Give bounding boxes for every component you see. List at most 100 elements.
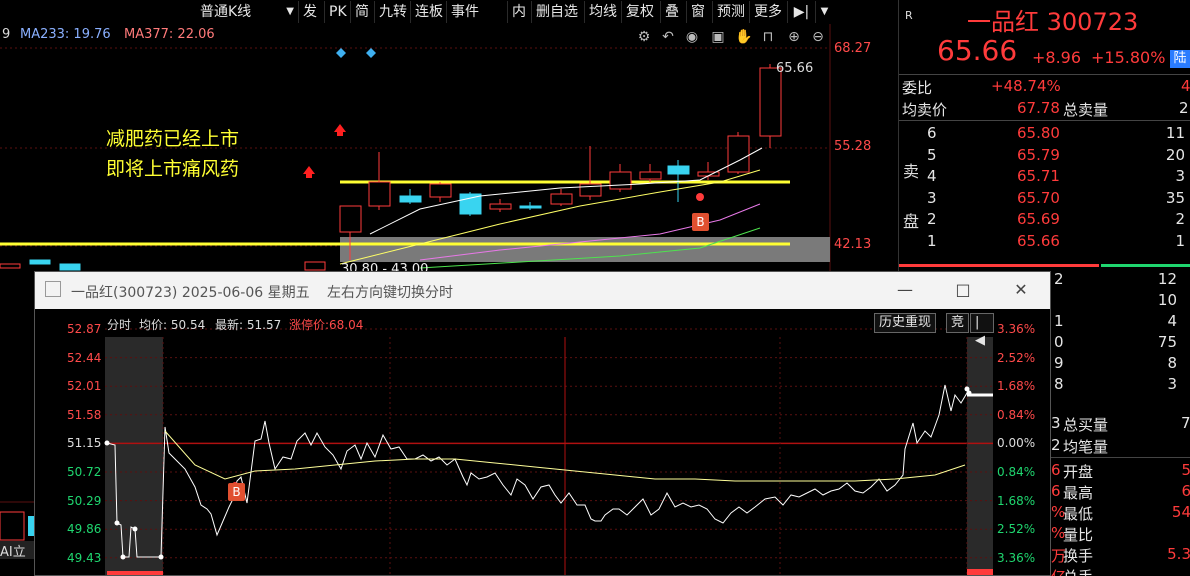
toolbar-item-6[interactable]: 内 [507,1,531,23]
maximize-button[interactable]: □ [949,278,977,302]
candle [609,171,632,190]
y-right-label: 0.00% [997,436,1036,451]
hdr-limit: 涨停价:68.04 [289,318,364,332]
back-icon[interactable]: ↶ [660,29,676,45]
up-arrow-icon [334,124,346,136]
toolbar-item-10[interactable]: 叠 [660,1,686,23]
eye-icon[interactable]: ◉ [684,29,700,45]
totalsell-label: 总卖量 [1063,101,1109,119]
candle [339,205,362,233]
candle [639,171,662,180]
toolbar-item-8[interactable]: 均线 [584,1,621,23]
minimize-button[interactable]: — [891,278,919,302]
signal-dot [696,193,704,201]
buy-marker[interactable]: B [692,213,709,231]
intraday-canvas [104,328,993,575]
price-change-pct: +15.80% [1091,48,1166,67]
toolbar-item-9[interactable]: 复权 [621,1,660,23]
popup-titlebar[interactable]: 一品红(300723) 2025-06-06 星期五 左右方向键切换分时 — □… [35,272,1050,309]
toolbar-menu-button[interactable]: ▼ [815,1,833,23]
tick-dot [114,520,120,526]
annotation-line-2: 即将上市痛风药 [106,158,240,180]
y-left-label: 51.15 [67,436,102,451]
y-left-label: 52.44 [67,350,102,365]
history-replay-button[interactable]: 历史重现 [874,313,937,333]
auction-shade [967,337,993,575]
app-logo-icon [45,281,61,297]
candle [550,193,573,205]
y-right-label: 3.36% [997,550,1036,565]
y-right-label: 0.84% [997,407,1036,422]
y-right-label: 0.84% [997,465,1036,479]
candle [0,263,21,269]
legend-ma233: MA233: 19.76 [20,27,111,42]
toolbar-item-2[interactable]: 简 [350,1,374,23]
volume-bar [967,569,993,575]
ask-volume: 20 [1165,145,1185,164]
weibi-right: 4 [1181,77,1190,95]
candle [489,203,512,210]
stat-label: 总手 [1063,566,1190,576]
totalbuy-label: 总买量 [1063,416,1109,434]
stock-connect-badge[interactable]: 陆 [1170,50,1190,68]
y-left-label: 52.01 [67,379,102,394]
toolbar-item-3[interactable]: 九转 [374,1,410,23]
stock-code: 300723 [1046,8,1139,36]
ask-volume: 11 [1165,124,1185,142]
y-right-label: 3.36% [997,322,1036,336]
y-right-label: 2.52% [997,350,1036,365]
ai-button[interactable]: AI立 [0,541,34,560]
toolbar-item-1[interactable]: PK [324,1,350,23]
candle [304,261,326,271]
toolbar-item-12[interactable]: 预测 [712,1,749,23]
stat-label: 量比 [1063,526,1094,544]
intraday-popup[interactable]: 一品红(300723) 2025-06-06 星期五 左右方向键切换分时 — □… [34,271,1051,576]
y-left-label: 50.72 [67,465,102,479]
back-arrow-button[interactable]: |◀ [970,313,994,348]
y-right-label: 1.68% [997,379,1036,394]
zoom-out-icon[interactable]: ⊖ [810,29,826,45]
price-axis-mid: 55.28 [834,139,872,154]
annotation-line-1: 减肥药已经上市 [106,128,240,150]
premarket-shade [105,337,163,575]
diamond-icon [366,48,376,58]
chart-type-label: 普通K线 [200,4,252,20]
price-axis-high: 68.27 [834,41,872,56]
totalbuy-value: 7 [1181,414,1190,432]
ask-volume: 2 [1175,210,1185,228]
toolbar-item-7[interactable]: 删自选 [531,1,584,23]
candle [29,259,51,265]
popup-buy-marker[interactable]: B [228,483,245,501]
candle [368,181,391,207]
intraday-chart[interactable]: 分时 均价: 50.54 最新: 51.57 涨停价:68.04 历史重现 竞 … [35,309,1050,575]
chart-type-select[interactable]: 普通K线 ▼ [196,1,298,23]
toolbar-item-13[interactable]: 更多 [749,1,787,23]
auction-button[interactable]: 竞 [946,313,970,333]
zoom-in-icon[interactable]: ⊕ [786,29,802,45]
toolbar-item-4[interactable]: 连板 [410,1,446,23]
tick-dot [158,554,164,560]
collapse-right-button[interactable]: ▶| [787,1,815,23]
candle [519,205,542,209]
close-button[interactable]: ✕ [1007,278,1035,302]
last-price-tag: 65.66 [776,61,814,76]
hand-icon[interactable]: ✋ [735,29,752,45]
toolbar-item-11[interactable]: 窗 [686,1,712,23]
last-price: 65.66 [937,34,1018,67]
settings-icon[interactable]: ⚙ [636,29,652,45]
candle [429,183,452,198]
stock-name: 一品红 [967,8,1039,36]
totalsell-value: 2 [1179,99,1189,117]
y-left-label: 51.58 [67,407,102,422]
hdr-fenshi: 分时 [107,318,132,332]
candle [459,193,482,215]
lock-icon[interactable]: ⊓ [760,29,776,45]
toolbar-item-5[interactable]: 事件 [446,1,507,23]
arrow-left-bar-icon: |◀ [975,315,985,348]
ask-volume: 1 [1175,231,1185,250]
up-arrow-icon [303,166,315,178]
diamond-icon [336,48,346,58]
briefcase-icon[interactable]: ▣ [710,29,726,45]
toolbar-item-0[interactable]: 发 [298,1,324,23]
legend-cut: 9 [2,27,11,42]
